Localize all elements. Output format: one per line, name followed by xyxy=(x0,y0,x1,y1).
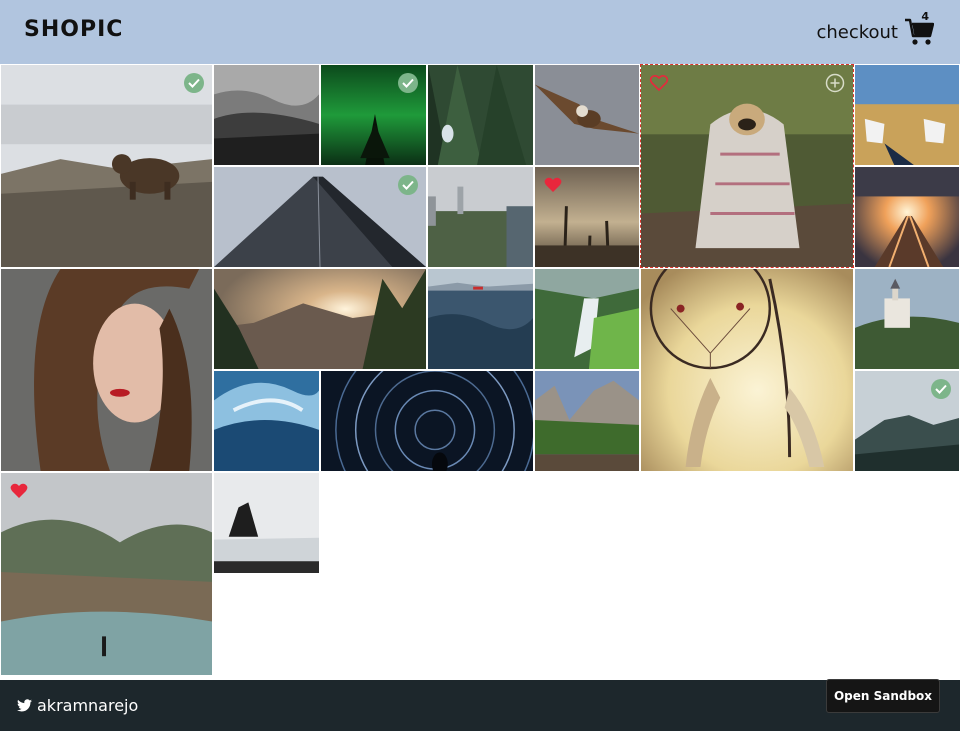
photo-tile[interactable] xyxy=(213,370,320,472)
woman-portrait-photo xyxy=(1,269,212,471)
open-sandbox-button[interactable]: Open Sandbox xyxy=(826,679,940,713)
city-park-photo xyxy=(428,167,533,267)
photo-tile[interactable] xyxy=(320,64,427,166)
photo-tile[interactable] xyxy=(213,268,427,370)
mountain-sunrise-photo xyxy=(214,269,426,369)
photo-tile[interactable] xyxy=(0,268,213,472)
in-cart-check-icon[interactable] xyxy=(398,73,418,93)
sea-stack-photo xyxy=(214,473,319,573)
photo-tile[interactable] xyxy=(534,166,640,268)
yosemite-valley-photo xyxy=(535,371,639,471)
footer-bar: akramnarejo Open Sandbox xyxy=(0,679,960,731)
misty-forest-photo xyxy=(214,65,319,165)
add-circle-icon[interactable] xyxy=(825,73,845,93)
twitter-handle: akramnarejo xyxy=(37,696,139,715)
sneakers-field-photo xyxy=(855,65,959,165)
skyscraper-photo xyxy=(214,167,426,267)
photo-tile[interactable] xyxy=(213,166,427,268)
cart-count-badge: 4 xyxy=(921,10,929,23)
lake-boat-photo xyxy=(428,269,533,369)
photo-tile[interactable] xyxy=(0,472,213,676)
photo-tile[interactable] xyxy=(0,64,213,268)
photo-tile[interactable] xyxy=(320,370,534,472)
photo-tile[interactable] xyxy=(213,64,320,166)
bear-photo xyxy=(1,65,212,267)
waterfall-photo xyxy=(535,269,639,369)
photo-tile[interactable] xyxy=(640,268,854,472)
twitter-bird-icon xyxy=(17,699,32,712)
shopping-cart-icon xyxy=(905,18,934,45)
ocean-wave-photo xyxy=(214,371,319,471)
photo-tile[interactable] xyxy=(854,166,960,268)
heart-filled-icon[interactable] xyxy=(543,175,563,195)
pine-forest-photo xyxy=(428,65,533,165)
castle-photo xyxy=(855,269,959,369)
twitter-profile-link[interactable]: akramnarejo xyxy=(17,696,138,715)
photo-tile[interactable] xyxy=(534,370,640,472)
checkout-label: checkout xyxy=(816,21,898,43)
railway-sunset-photo xyxy=(855,167,959,267)
header-bar: SHOPIC checkout 4 xyxy=(0,0,960,64)
heart-outline-icon[interactable] xyxy=(649,73,669,93)
eagle-photo xyxy=(535,65,639,165)
photo-tile[interactable] xyxy=(854,268,960,370)
photo-tile[interactable] xyxy=(427,166,534,268)
photo-tile[interactable] xyxy=(427,268,534,370)
photo-gallery xyxy=(0,64,960,676)
photo-tile[interactable] xyxy=(427,64,534,166)
checkout-link[interactable]: checkout 4 xyxy=(816,10,934,50)
in-cart-check-icon[interactable] xyxy=(931,379,951,399)
photo-tile[interactable] xyxy=(854,370,960,472)
heart-filled-icon[interactable] xyxy=(9,481,29,501)
photo-tile[interactable] xyxy=(854,64,960,166)
star-trails-photo xyxy=(321,371,533,471)
dreamcatcher-photo xyxy=(641,269,853,471)
photo-tile[interactable] xyxy=(534,64,640,166)
in-cart-check-icon[interactable] xyxy=(398,175,418,195)
pug-photo xyxy=(641,65,853,267)
river-valley-photo xyxy=(1,473,212,675)
photo-tile[interactable] xyxy=(213,472,320,574)
photo-tile[interactable] xyxy=(534,268,640,370)
photo-tile-selected[interactable] xyxy=(640,64,854,268)
cart-button[interactable]: 4 xyxy=(904,10,934,47)
in-cart-check-icon[interactable] xyxy=(184,73,204,93)
brand-logo[interactable]: SHOPIC xyxy=(24,17,123,42)
